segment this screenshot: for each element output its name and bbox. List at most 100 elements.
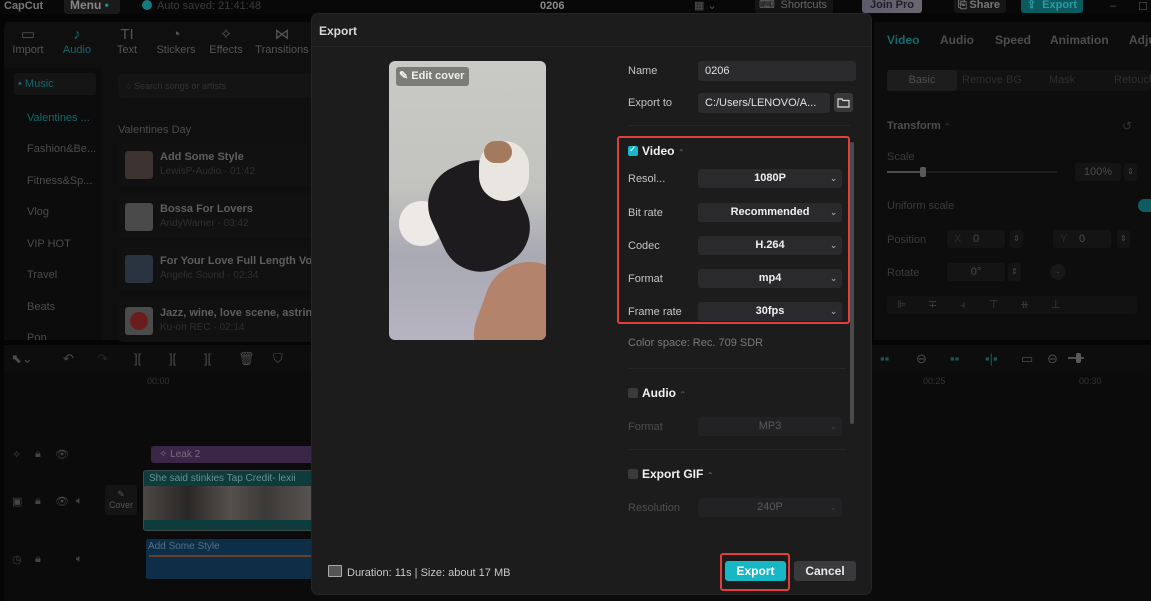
align-center-h-icon[interactable]: ∓ bbox=[928, 296, 937, 314]
category-item[interactable]: Valentines ... bbox=[27, 112, 90, 124]
inspector-tab-speed[interactable]: Speed bbox=[995, 33, 1031, 47]
eye-icon[interactable]: 👁︎ bbox=[55, 448, 69, 461]
zoom-fit-icon[interactable]: ▭ bbox=[1021, 351, 1033, 367]
rotate-input[interactable]: 0° bbox=[947, 263, 1005, 281]
align-top-icon[interactable]: ⊤ bbox=[989, 296, 999, 314]
mute-icon[interactable]: 🔈︎ bbox=[76, 553, 83, 566]
audio-format-select[interactable]: MP3 ⌄ bbox=[698, 417, 842, 436]
song-item[interactable]: For Your Love Full Length Vo Angelic Soun… bbox=[118, 248, 314, 290]
redo-icon[interactable]: ↷ bbox=[97, 351, 108, 367]
reset-icon[interactable]: ↺ bbox=[1122, 119, 1132, 133]
undo-icon[interactable]: ↶ bbox=[63, 351, 74, 367]
share-button[interactable]: ⎘ Share bbox=[954, 0, 1006, 13]
align-left-icon[interactable]: ⊫ bbox=[897, 296, 907, 314]
audio-checkbox[interactable] bbox=[628, 388, 638, 398]
category-item[interactable]: VIP HOT bbox=[27, 238, 71, 250]
lock-icon[interactable]: 🔒︎ bbox=[35, 495, 41, 508]
inspector-tab-audio[interactable]: Audio bbox=[940, 33, 974, 47]
export-top-button[interactable]: ⇪ Export bbox=[1021, 0, 1083, 13]
menu-button[interactable]: Menu • ⌄ bbox=[64, 0, 120, 29]
split-left-icon[interactable]: ][ bbox=[169, 351, 176, 366]
video-checkbox[interactable]: ✓ bbox=[628, 144, 638, 156]
subtab-remove-bg[interactable]: Remove BG bbox=[962, 74, 1022, 86]
maximize-icon[interactable]: ☐ bbox=[1138, 0, 1148, 13]
cover-button[interactable]: ✎ Cover bbox=[105, 485, 137, 515]
zoom-slider-handle[interactable] bbox=[1076, 353, 1081, 363]
layout-icon[interactable]: ▦ ⌄ bbox=[694, 0, 717, 12]
audio-clip[interactable]: Add Some Style bbox=[146, 539, 316, 579]
subtab-basic[interactable]: Basic bbox=[887, 70, 957, 91]
mute-icon[interactable]: 🔈︎ bbox=[76, 495, 83, 508]
scale-value-input[interactable]: 100% bbox=[1075, 163, 1121, 181]
uniform-scale-toggle[interactable] bbox=[1138, 199, 1151, 212]
search-input[interactable]: ○ Search songs or artists bbox=[118, 74, 314, 98]
resolution-select[interactable]: 1080P ⌄ bbox=[698, 169, 842, 188]
tab-text[interactable]: TI Text bbox=[103, 26, 151, 56]
music-category-header[interactable]: • Music bbox=[14, 73, 96, 95]
video-clip[interactable]: She said stinkies Tap Credit- lexii bbox=[143, 470, 316, 531]
category-item[interactable]: Beats bbox=[27, 301, 55, 313]
align-center-v-icon[interactable]: ⧺ bbox=[1020, 296, 1029, 314]
shortcuts-button[interactable]: ⌨ Shortcuts bbox=[755, 0, 833, 13]
tab-import[interactable]: ▭ Import bbox=[4, 26, 52, 56]
category-item[interactable]: Vlog bbox=[27, 206, 49, 218]
lock-icon[interactable]: 🔒︎ bbox=[35, 553, 41, 566]
zoom-slider[interactable] bbox=[1068, 353, 1084, 363]
effect-clip[interactable]: ✧ Leak 2 bbox=[151, 446, 316, 463]
framerate-select[interactable]: 30fps ⌄ bbox=[698, 302, 842, 321]
scale-stepper-icon[interactable]: ⇕ bbox=[1124, 163, 1137, 181]
lock-icon[interactable]: 🔒︎ bbox=[35, 448, 41, 461]
rotate-stepper-icon[interactable]: ⇕ bbox=[1008, 263, 1021, 281]
scale-slider[interactable] bbox=[887, 167, 1057, 177]
align-right-icon[interactable]: ⫣ bbox=[959, 296, 966, 314]
select-tool-icon[interactable]: ⬉⌄ bbox=[11, 351, 33, 367]
browse-folder-button[interactable] bbox=[834, 93, 853, 112]
split-right-icon[interactable]: ][ bbox=[204, 351, 211, 366]
tab-stickers[interactable]: ◔ Stickers bbox=[152, 26, 200, 56]
codec-select[interactable]: H.264 ⌄ bbox=[698, 236, 842, 255]
name-input[interactable]: 0206 bbox=[698, 61, 856, 81]
link-icon[interactable]: ▪▪ bbox=[950, 351, 959, 366]
category-item[interactable]: Fitness&Sp... bbox=[27, 175, 92, 187]
shield-icon[interactable]: ⛉ bbox=[273, 351, 283, 367]
tab-effects[interactable]: ✧ Effects bbox=[202, 26, 250, 56]
auto-snap-icon[interactable]: ⊖ bbox=[916, 351, 927, 367]
preview-axis-icon[interactable]: ▪|▪ bbox=[985, 351, 998, 366]
song-item[interactable]: Add Some Style LewisP-Audio · 01:42 bbox=[118, 144, 314, 186]
minimize-icon[interactable]: – bbox=[1110, 0, 1116, 12]
bitrate-select[interactable]: Recommended ⌄ bbox=[698, 203, 842, 222]
export-path-input[interactable]: C:/Users/LENOVO/A... bbox=[698, 93, 830, 113]
tab-transitions[interactable]: ⋈ Transitions bbox=[254, 26, 310, 56]
zoom-out-icon[interactable]: ⊖ bbox=[1047, 351, 1058, 367]
category-item[interactable]: Fashion&Be... bbox=[27, 143, 96, 155]
delete-icon[interactable]: 🗑 bbox=[238, 351, 255, 367]
edit-cover-button[interactable]: ✎ Edit cover bbox=[396, 67, 469, 86]
magnet-link-icon[interactable]: ▪▪ bbox=[880, 351, 889, 366]
song-item[interactable]: Bossa For Lovers AndyWamer · 03:42 bbox=[118, 196, 314, 238]
song-item[interactable]: Jazz, wine, love scene, astrin Ku-on REC … bbox=[118, 300, 314, 342]
format-select[interactable]: mp4 ⌄ bbox=[698, 269, 842, 288]
align-bottom-icon[interactable]: ⊥ bbox=[1051, 296, 1061, 314]
subtab-mask[interactable]: Mask bbox=[1049, 74, 1075, 86]
scale-slider-handle[interactable] bbox=[920, 167, 926, 177]
settings-scroll-thumb[interactable] bbox=[850, 142, 854, 424]
position-y-stepper-icon[interactable]: ⇕ bbox=[1117, 230, 1130, 248]
inspector-tab-video[interactable]: Video bbox=[887, 33, 919, 47]
tab-audio[interactable]: ♪ Audio bbox=[53, 26, 101, 56]
eye-icon[interactable]: 👁︎ bbox=[55, 495, 69, 508]
category-item[interactable]: Travel bbox=[27, 269, 57, 281]
export-button[interactable]: Export bbox=[725, 561, 786, 581]
inspector-tab-animation[interactable]: Animation bbox=[1050, 33, 1109, 47]
position-y-input[interactable]: Y0 bbox=[1053, 230, 1111, 248]
join-pro-button[interactable]: Join Pro bbox=[862, 0, 922, 13]
category-item[interactable]: Pop bbox=[27, 332, 47, 340]
cancel-button[interactable]: Cancel bbox=[794, 561, 856, 581]
subtab-retouch[interactable]: Retouch bbox=[1114, 74, 1151, 86]
gif-resolution-select[interactable]: 240P ⌄ bbox=[698, 498, 842, 517]
gif-checkbox[interactable] bbox=[628, 469, 638, 479]
position-x-input[interactable]: X0 bbox=[947, 230, 1005, 248]
inspector-tab-adjust[interactable]: Adju bbox=[1129, 33, 1151, 47]
position-x-stepper-icon[interactable]: ⇕ bbox=[1010, 230, 1023, 248]
rotate-dial[interactable]: - bbox=[1050, 264, 1066, 280]
split-icon[interactable]: ][ bbox=[134, 351, 141, 366]
